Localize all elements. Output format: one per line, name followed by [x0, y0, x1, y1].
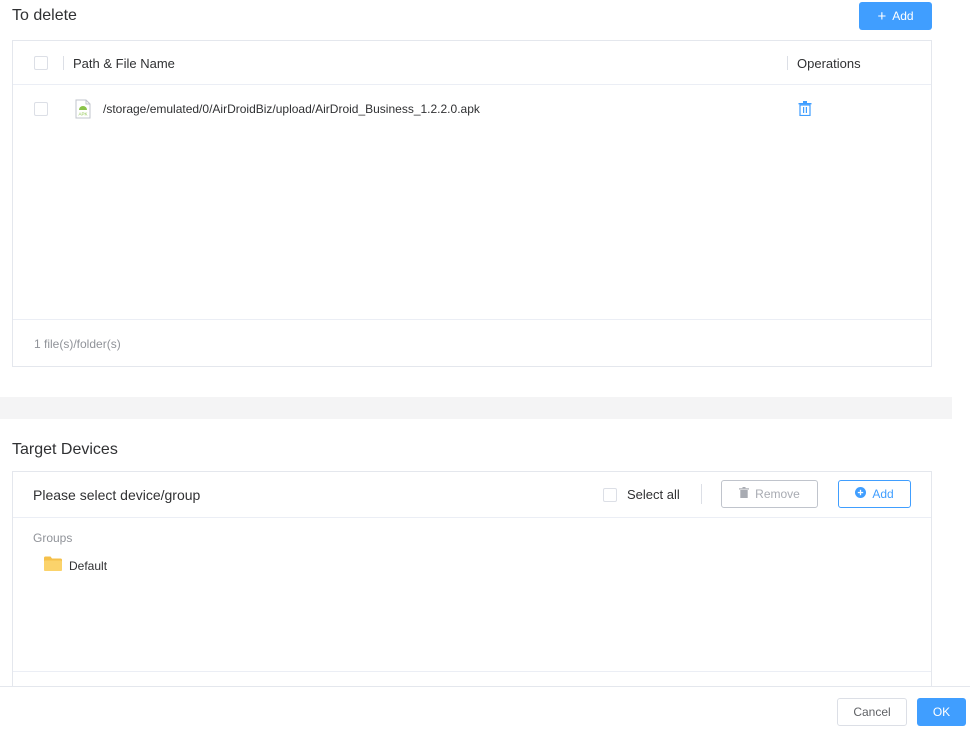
file-count: 1 file(s)/folder(s) — [34, 337, 121, 351]
cancel-button[interactable]: Cancel — [837, 698, 907, 726]
target-devices-card: Target Devices Please select device/grou… — [0, 419, 952, 731]
column-divider — [63, 56, 64, 70]
to-delete-add-button[interactable]: + Add — [859, 2, 932, 30]
footer-divider — [13, 319, 931, 320]
plus-icon: + — [877, 7, 887, 25]
group-item-default[interactable]: Default — [44, 556, 107, 576]
group-name: Default — [69, 559, 108, 573]
svg-text:APK: APK — [78, 112, 87, 117]
ok-button[interactable]: OK — [917, 698, 966, 726]
select-all-files-checkbox[interactable] — [34, 56, 48, 70]
row-checkbox[interactable] — [34, 102, 48, 116]
column-header-path: Path & File Name — [73, 56, 175, 71]
groups-heading: Groups — [33, 531, 73, 545]
target-devices-title: Target Devices — [12, 441, 118, 458]
select-all-devices-checkbox[interactable] — [603, 488, 617, 502]
add-device-button[interactable]: Add — [838, 480, 911, 508]
select-all-label[interactable]: Select all — [627, 487, 680, 502]
trash-icon[interactable] — [798, 101, 812, 117]
device-group-placeholder: Please select device/group — [33, 487, 201, 503]
column-header-operations: Operations — [797, 56, 861, 71]
to-delete-card: To delete + Add Path & File Name Operati… — [0, 0, 952, 397]
scrollbar-track[interactable] — [952, 0, 970, 686]
dialog-footer: Cancel OK — [0, 686, 970, 731]
panel-footer-divider — [13, 671, 931, 672]
plus-circle-icon — [855, 487, 867, 501]
column-divider — [787, 56, 788, 70]
header-divider — [13, 84, 931, 85]
toolbar-divider — [701, 484, 702, 504]
files-table: Path & File Name Operations APK /storage… — [12, 40, 932, 367]
remove-button[interactable]: Remove — [721, 480, 818, 508]
apk-file-icon: APK — [75, 99, 91, 119]
file-path: /storage/emulated/0/AirDroidBiz/upload/A… — [103, 102, 480, 116]
toolbar-bottom-divider — [13, 517, 931, 518]
trash-icon — [739, 487, 750, 501]
to-delete-title: To delete — [12, 7, 77, 24]
folder-icon — [44, 556, 62, 576]
device-selector-panel: Please select device/group Select all Re… — [12, 471, 932, 691]
